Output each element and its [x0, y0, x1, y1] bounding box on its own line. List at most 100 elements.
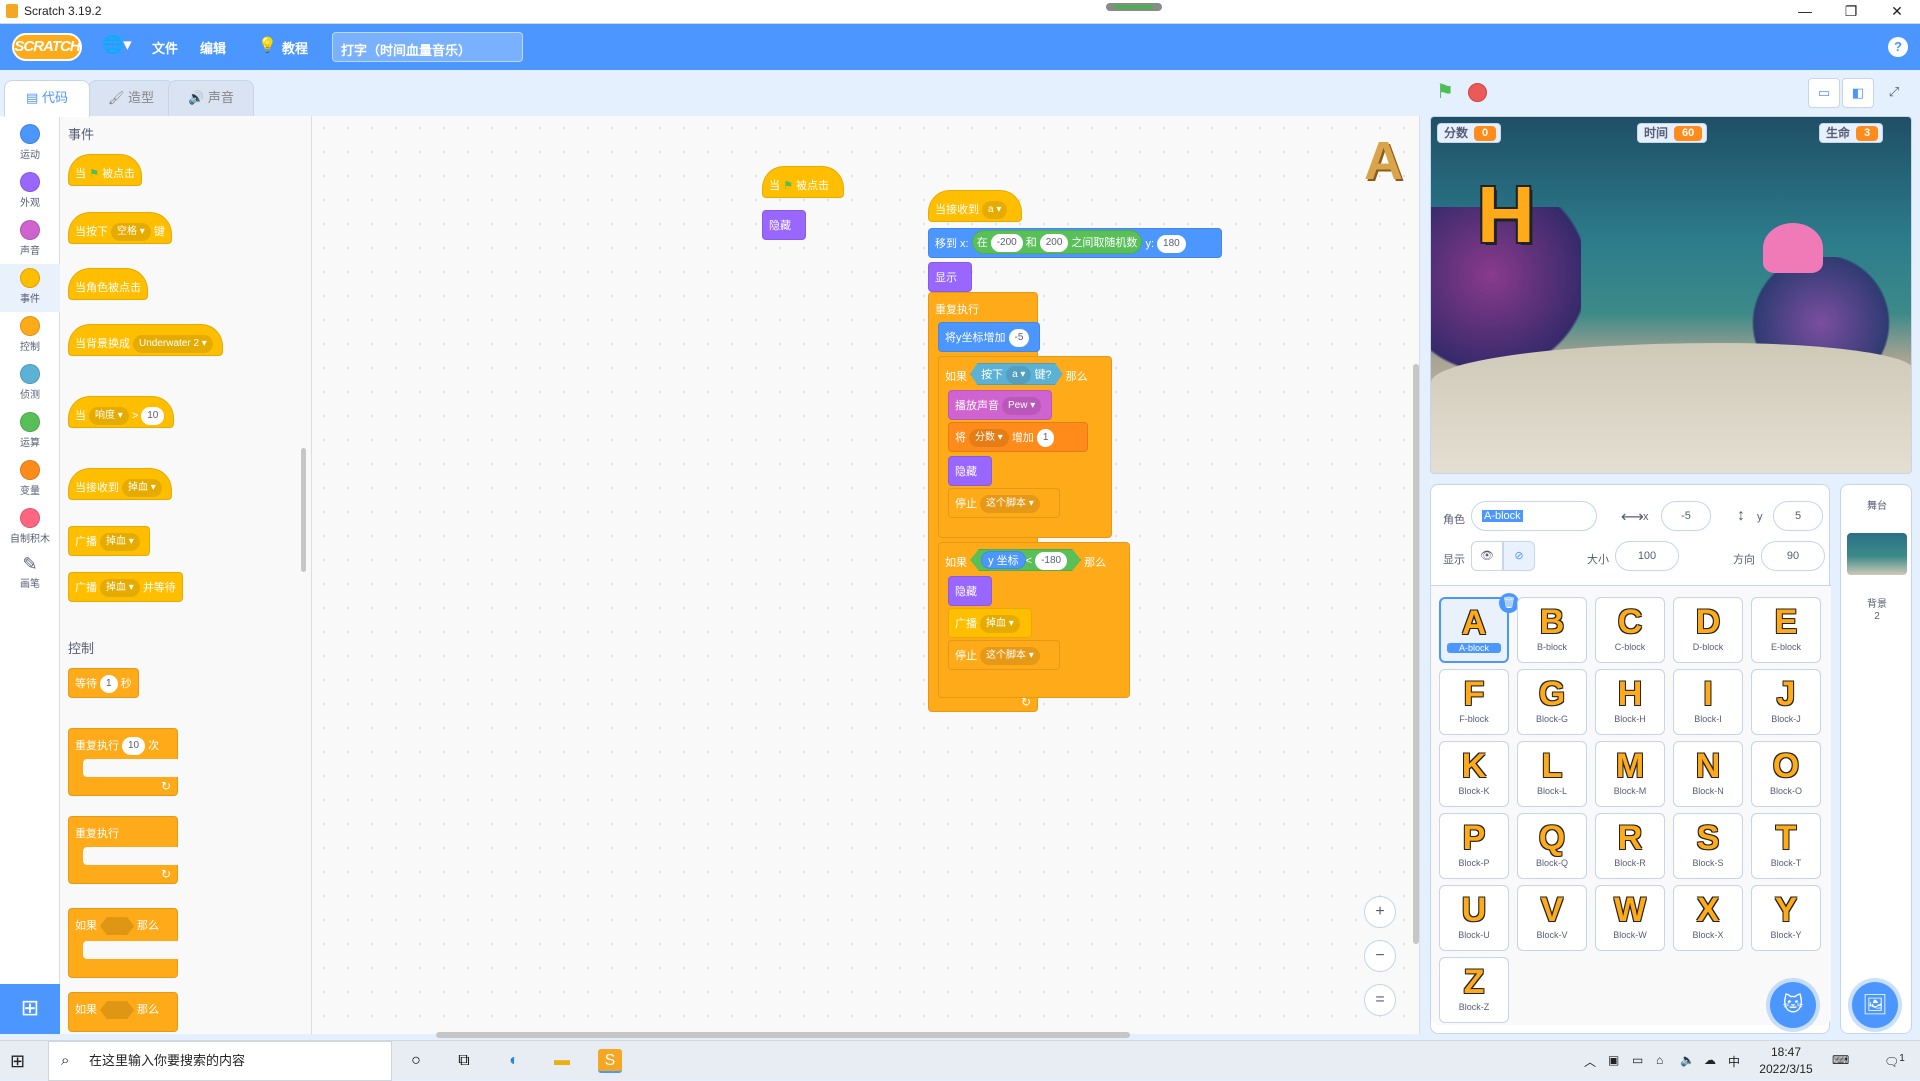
- block-when-sprite-clicked[interactable]: 当角色被点击: [68, 268, 148, 300]
- sprite-tile[interactable]: L Block-L: [1517, 741, 1587, 807]
- minimize-button[interactable]: —: [1782, 0, 1828, 24]
- block-broadcast-and-wait[interactable]: 广播 掉血 ▾ 并等待: [68, 572, 183, 602]
- loudness-input[interactable]: 10: [141, 407, 165, 426]
- windows-start-icon[interactable]: ⊞: [10, 1051, 30, 1071]
- script2-show[interactable]: 显示: [928, 262, 972, 292]
- category-sound[interactable]: 声音: [0, 216, 60, 264]
- category-variables[interactable]: 变量: [0, 456, 60, 504]
- tray-app-icon[interactable]: ▣: [1608, 1053, 1619, 1067]
- category-pen[interactable]: ✎ 画笔: [0, 552, 60, 600]
- scratch-logo[interactable]: SCRATCH: [12, 33, 82, 61]
- monitor-time[interactable]: 时间 60: [1637, 123, 1708, 143]
- block-if-then[interactable]: 如果 那么: [68, 908, 179, 978]
- close-button[interactable]: ✕: [1874, 0, 1920, 24]
- size-input[interactable]: 100: [1615, 541, 1679, 571]
- direction-input[interactable]: 90: [1761, 541, 1825, 571]
- script2-broadcast[interactable]: 广播 掉血 ▾: [948, 608, 1032, 638]
- sprite-tile[interactable]: B B-block: [1517, 597, 1587, 663]
- script1-hide[interactable]: 隐藏: [762, 210, 806, 240]
- block-wait[interactable]: 等待 1 秒: [68, 668, 139, 698]
- block-when-key-pressed[interactable]: 当按下 空格 ▾ 键: [68, 212, 172, 244]
- drag-handle[interactable]: [1106, 3, 1162, 11]
- block-forever[interactable]: 重复执行 ↻: [68, 816, 179, 884]
- backdrop-thumbnail[interactable]: [1847, 533, 1907, 575]
- category-sensing[interactable]: 侦测: [0, 360, 60, 408]
- category-looks[interactable]: 外观: [0, 168, 60, 216]
- letter-sprite[interactable]: H: [1477, 169, 1535, 261]
- block-when-receive[interactable]: 当接收到 掉血 ▾: [68, 468, 172, 500]
- script2-change-var[interactable]: 将分数 ▾ 增加 1: [948, 422, 1088, 452]
- block-when-loudness[interactable]: 当响度 ▾ >10: [68, 396, 175, 428]
- block-when-flag-clicked[interactable]: 当 ⚑ 被点击: [68, 154, 142, 186]
- add-sprite-button[interactable]: 🐱: [1770, 982, 1816, 1028]
- trash-icon[interactable]: 🗑: [1499, 593, 1519, 613]
- category-events[interactable]: 事件: [0, 264, 60, 312]
- sprite-tile[interactable]: X Block-X: [1673, 885, 1743, 951]
- monitor-life[interactable]: 生命 3: [1819, 123, 1884, 143]
- add-backdrop-button[interactable]: 🖼: [1852, 982, 1898, 1028]
- sprite-tile[interactable]: F F-block: [1439, 669, 1509, 735]
- script1-when-flag-clicked[interactable]: 当 ⚑ 被点击: [762, 166, 844, 198]
- loudness-dropdown[interactable]: 响度 ▾: [89, 407, 129, 426]
- sprite-tile[interactable]: K Block-K: [1439, 741, 1509, 807]
- show-visible-button[interactable]: 👁: [1471, 541, 1503, 571]
- scratch-taskbar-icon[interactable]: S: [598, 1049, 622, 1073]
- key-dropdown[interactable]: 空格 ▾: [111, 223, 151, 242]
- tab-sounds[interactable]: 🔊 声音: [168, 80, 254, 116]
- script2-change-y[interactable]: 将y坐标增加 -5: [938, 322, 1040, 352]
- message-dropdown[interactable]: 掉血 ▾: [980, 615, 1020, 634]
- sprite-tile[interactable]: Y Block-Y: [1751, 885, 1821, 951]
- zoom-reset-button[interactable]: =: [1364, 984, 1396, 1016]
- sprite-tile[interactable]: G Block-G: [1517, 669, 1587, 735]
- ime-indicator[interactable]: 中: [1728, 1053, 1740, 1070]
- sprite-tile[interactable]: H Block-H: [1595, 669, 1665, 735]
- key-pressed-block[interactable]: 按下 a ▾ 键?: [970, 363, 1063, 385]
- taskbar-search-input[interactable]: ⌕ 在这里输入你要搜索的内容: [48, 1041, 392, 1081]
- less-than-block[interactable]: y 坐标 < -180: [970, 549, 1082, 571]
- show-hidden-button[interactable]: ⊘: [1503, 541, 1535, 571]
- condition-slot[interactable]: [100, 917, 134, 936]
- script2-stop-2[interactable]: 停止 这个脚本 ▾: [948, 640, 1060, 670]
- sprite-tile[interactable]: M Block-M: [1595, 741, 1665, 807]
- random-from-input[interactable]: -200: [990, 234, 1023, 253]
- notification-icon[interactable]: 🗨1: [1884, 1053, 1905, 1069]
- y-position-reporter[interactable]: y 坐标: [981, 551, 1026, 569]
- sprite-tile[interactable]: Q Block-Q: [1517, 813, 1587, 879]
- script-workspace[interactable]: 当 ⚑ 被点击 隐藏 当接收到 a ▾ 移到 x: 在 -200 和 200 之间取随机数…: [312, 116, 1420, 1034]
- stage-canvas[interactable]: H 分数 0 时间 60 生命 3: [1430, 116, 1912, 474]
- lightbulb-icon[interactable]: 💡: [258, 36, 277, 54]
- stage-selector[interactable]: 舞台 背景 2: [1840, 484, 1912, 1034]
- monitor-score[interactable]: 分数 0: [1437, 123, 1502, 143]
- key-dropdown[interactable]: a ▾: [1006, 366, 1032, 385]
- chevron-up-icon[interactable]: ︿: [1584, 1053, 1596, 1070]
- input-method-icon[interactable]: ⌨: [1832, 1053, 1849, 1067]
- stop-dropdown[interactable]: 这个脚本 ▾: [980, 495, 1040, 514]
- sprite-tile[interactable]: W Block-W: [1595, 885, 1665, 951]
- add-extension-button[interactable]: ⊞: [0, 984, 60, 1034]
- backdrop-dropdown[interactable]: Underwater 2 ▾: [133, 335, 213, 354]
- sprite-tile[interactable]: I Block-I: [1673, 669, 1743, 735]
- menu-file[interactable]: 文件: [152, 38, 178, 57]
- volume-icon[interactable]: 🔈: [1680, 1053, 1695, 1067]
- globe-icon[interactable]: 🌐▾: [102, 35, 132, 55]
- block-repeat[interactable]: 重复执行 10 次 ↻: [68, 728, 179, 796]
- stop-button[interactable]: [1468, 83, 1487, 102]
- change-by-input[interactable]: 1: [1036, 429, 1055, 448]
- maximize-button[interactable]: ❐: [1828, 0, 1874, 24]
- sprite-tile[interactable]: Z Block-Z: [1439, 957, 1509, 1023]
- project-title-input[interactable]: 打字（时间血量音乐）: [332, 32, 523, 62]
- sprite-tile[interactable]: U Block-U: [1439, 885, 1509, 951]
- message-dropdown[interactable]: a ▾: [982, 201, 1008, 220]
- pick-random-block[interactable]: 在 -200 和 200 之间取随机数: [971, 230, 1143, 254]
- variable-dropdown[interactable]: 分数 ▾: [969, 429, 1009, 448]
- y-input[interactable]: 180: [1157, 235, 1186, 254]
- taskbar-clock[interactable]: 18:47 2022/3/15: [1756, 1044, 1816, 1078]
- small-stage-button[interactable]: ▭: [1808, 78, 1840, 108]
- category-myblocks[interactable]: 自制积木: [0, 504, 60, 552]
- y-input[interactable]: 5: [1773, 501, 1823, 531]
- battery-icon[interactable]: ▭: [1632, 1053, 1643, 1067]
- script2-hide-2[interactable]: 隐藏: [948, 576, 992, 606]
- edge-icon[interactable]: ◐: [502, 1049, 526, 1073]
- menu-tutorials[interactable]: 教程: [282, 38, 308, 57]
- sprite-tile[interactable]: T Block-T: [1751, 813, 1821, 879]
